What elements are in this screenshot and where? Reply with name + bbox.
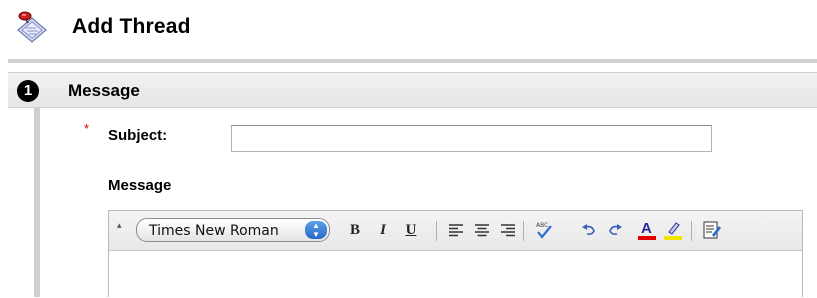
- thread-pushpin-icon: [14, 10, 50, 46]
- collapse-toolbar-icon[interactable]: ▴: [117, 220, 122, 231]
- svg-text:ABC: ABC: [536, 222, 548, 229]
- step-header: 1 Message: [8, 72, 817, 108]
- font-family-value: Times New Roman: [149, 223, 279, 239]
- page-title: Add Thread: [72, 15, 191, 38]
- align-right-icon[interactable]: [499, 219, 517, 241]
- toolbar-separator: [691, 221, 692, 241]
- message-editor: ▴ Times New Roman ▲ ▼ B I U ABC A: [108, 210, 803, 298]
- subject-input[interactable]: [231, 125, 712, 152]
- subject-label: Subject:: [108, 127, 168, 144]
- align-left-icon[interactable]: [447, 219, 465, 241]
- svg-text:A: A: [641, 220, 652, 237]
- step-title: Message: [68, 81, 140, 100]
- required-marker: *: [84, 121, 90, 136]
- page-header: Add Thread: [0, 0, 817, 56]
- header-divider: [8, 59, 817, 63]
- editor-toolbar: ▴ Times New Roman ▲ ▼ B I U ABC A: [109, 211, 802, 251]
- redo-icon[interactable]: [605, 219, 625, 241]
- toolbar-separator: [436, 221, 437, 241]
- bold-button[interactable]: B: [347, 219, 363, 241]
- font-family-select[interactable]: Times New Roman ▲ ▼: [136, 218, 330, 242]
- select-arrows-icon: ▲ ▼: [305, 221, 327, 239]
- toolbar-separator: [523, 221, 524, 241]
- spellcheck-icon[interactable]: ABC: [533, 219, 555, 241]
- preview-icon[interactable]: [701, 219, 723, 241]
- undo-icon[interactable]: [579, 219, 599, 241]
- text-color-icon[interactable]: A: [637, 219, 657, 241]
- step-rail: [34, 108, 40, 297]
- underline-button[interactable]: U: [403, 219, 419, 241]
- highlight-icon[interactable]: [663, 219, 683, 241]
- message-body-textarea[interactable]: [109, 251, 802, 298]
- message-label: Message: [108, 177, 172, 194]
- align-center-icon[interactable]: [473, 219, 491, 241]
- step-number-badge: 1: [17, 80, 39, 102]
- italic-button[interactable]: I: [375, 219, 391, 241]
